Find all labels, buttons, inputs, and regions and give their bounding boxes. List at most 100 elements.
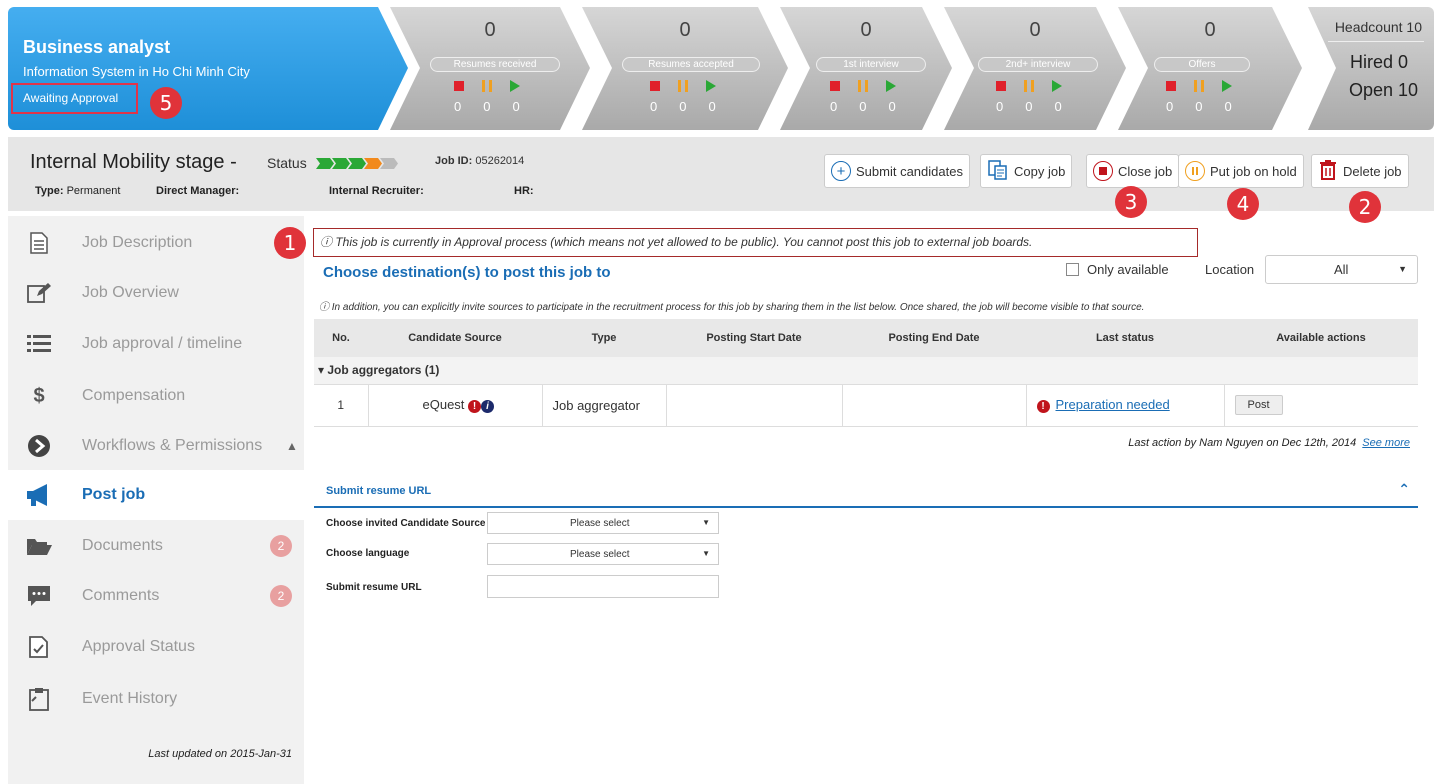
document-icon [24,230,54,256]
sidebar-item-compensation[interactable]: $ Compensation [8,371,304,421]
paused-count: 0 [1195,99,1203,114]
stage-count: 0 [1204,19,1216,41]
post-button[interactable]: Post [1234,395,1283,415]
play-icon [510,80,520,92]
location-select[interactable]: All ▼ [1265,255,1418,284]
col-type[interactable]: Type [542,319,666,357]
only-available-checkbox[interactable] [1066,263,1079,276]
headcount-divider [1328,41,1424,42]
submit-candidates-button[interactable]: + Submit candidates [824,154,970,188]
close-job-button[interactable]: Close job [1086,154,1180,188]
sidebar-item-label: Compensation [82,387,186,404]
sidebar-item-workflows[interactable]: Workflows & Permissions ▲ [8,421,304,471]
stage-2nd-interview[interactable]: 0 2nd+ interview 0 0 0 [944,7,1126,130]
language-value: Please select [570,549,630,560]
only-available-toggle[interactable]: Only available [1066,262,1169,277]
delete-job-button[interactable]: Delete job [1311,154,1409,188]
sidebar-item-comments[interactable]: Comments 2 [8,571,304,621]
col-candidate-source[interactable]: Candidate Source [368,319,542,357]
marker-4: 4 [1227,188,1259,220]
stage-label: Resumes accepted [622,57,760,72]
approval-notice: ⓘ This job is currently in Approval proc… [313,228,1198,257]
folder-icon [24,533,54,559]
col-no[interactable]: No. [314,319,368,357]
col-posting-end[interactable]: Posting End Date [842,319,1026,357]
headcount-total: Headcount 10 [1334,19,1422,35]
sidebar-item-label: Post job [82,486,146,503]
stop-icon [454,81,464,91]
sidebar-item-approval-status[interactable]: Approval Status [8,622,304,672]
stage-count: 0 [484,19,496,41]
marker-3: 3 [1115,186,1147,218]
chevron-up-icon[interactable]: ⌃ [1398,481,1410,498]
info-icon[interactable]: i [481,399,495,413]
sidebar-item-label: Job Description [82,234,193,251]
last-updated: Last updated on 2015-Jan-31 [148,748,292,760]
hr: HR: [514,185,534,197]
see-more-link[interactable]: See more [1362,437,1410,449]
row-actions: Post [1224,384,1418,427]
marker-2: 2 [1349,191,1381,223]
status-step [348,158,366,169]
sidebar-item-job-description[interactable]: Job Description [8,218,304,268]
sidebar-item-documents[interactable]: Documents 2 [8,521,304,571]
alert-icon[interactable]: ! [468,399,482,413]
alert-icon: ! [1036,399,1050,413]
paused-count: 0 [1025,99,1033,114]
candidate-source-select[interactable]: Please select ▼ [487,512,719,534]
put-on-hold-button[interactable]: Put job on hold [1178,154,1304,188]
copy-icon [987,159,1009,184]
sidebar-item-job-overview[interactable]: Job Overview [8,268,304,318]
sidebar-item-label: Job approval / timeline [82,335,243,352]
row-no: 1 [314,384,369,427]
list-icon [24,331,54,357]
location-label: Location [1205,262,1255,277]
pause-icon [1194,80,1204,92]
group-row[interactable]: ▾ Job aggregators (1) [314,357,1418,385]
approval-doc-icon [24,634,54,660]
sidebar-item-job-approval[interactable]: Job approval / timeline [8,319,304,369]
play-icon [1222,80,1232,92]
language-select[interactable]: Please select ▼ [487,543,719,565]
col-available-actions[interactable]: Available actions [1224,319,1418,357]
active-count: 0 [1224,99,1232,114]
marker-1: 1 [274,227,306,259]
stage-label: Resumes received [430,57,560,72]
paused-count: 0 [859,99,867,114]
edit-icon [24,280,54,306]
job-title: Business analyst [23,37,171,57]
row-end-date [842,384,1027,427]
stage-count: 0 [1029,19,1041,41]
megaphone-icon [24,482,54,508]
stage-resumes-received[interactable]: 0 Resumes received 0 0 0 [390,7,590,130]
preparation-needed-link[interactable]: Preparation needed [1056,397,1170,412]
chevron-down-icon: ▼ [702,549,710,558]
resume-url-input[interactable] [487,575,719,598]
delete-job-label: Delete job [1343,163,1402,179]
group-label[interactable]: ▾ Job aggregators (1) [314,357,1418,385]
stopped-count: 0 [830,99,838,114]
stop-icon [830,81,840,91]
resume-url-label: Submit resume URL [326,582,422,593]
stage-resumes-accepted[interactable]: 0 Resumes accepted 0 0 0 [582,7,788,130]
stop-icon [650,81,660,91]
location-value: All [1334,262,1349,277]
stage-1st-interview[interactable]: 0 1st interview 0 0 0 [780,7,952,130]
copy-job-button[interactable]: Copy job [980,154,1073,188]
sidebar-item-event-history[interactable]: Event History [8,674,304,724]
submit-resume-section-header[interactable]: Submit resume URL ⌃ [314,478,1418,508]
stage-offers[interactable]: 0 Offers 0 0 0 [1118,7,1302,130]
sidebar: Job Description Job Overview Job approva… [8,216,304,784]
sidebar-item-label: Workflows & Permissions [82,437,263,454]
pause-circle-icon [1185,161,1205,181]
chevron-up-icon[interactable]: ▲ [286,439,298,453]
col-posting-start[interactable]: Posting Start Date [666,319,842,357]
sidebar-item-post-job[interactable]: Post job [8,470,304,520]
candidate-source-label: Choose invited Candidate Source [326,518,486,529]
status-step [332,158,350,169]
job-status-badge: Awaiting Approval [11,83,138,114]
stage-info-bar: Internal Mobility stage - Status Job ID:… [8,137,1434,211]
col-last-status[interactable]: Last status [1026,319,1224,357]
comment-icon [24,583,54,609]
job-id: Job ID: 05262014 [435,155,525,167]
